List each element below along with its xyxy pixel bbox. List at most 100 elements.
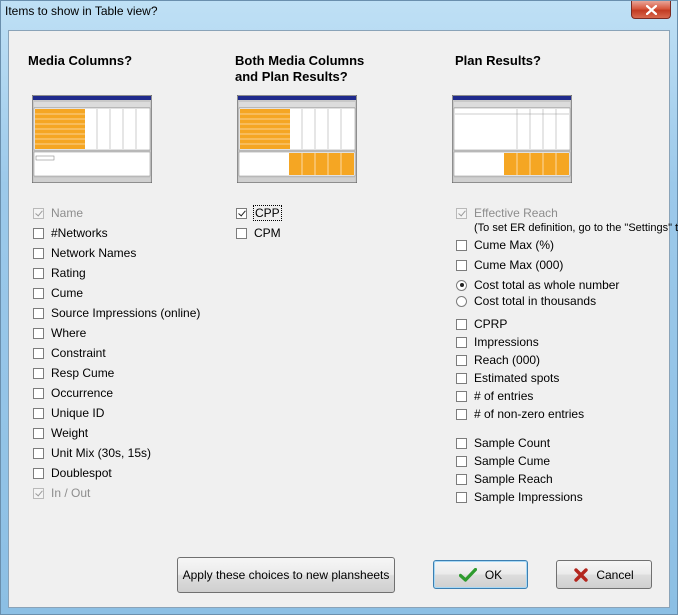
- checkbox-label: Cume Max (%): [474, 238, 555, 252]
- checkbox-box[interactable]: [33, 387, 44, 399]
- checkbox-doublespot[interactable]: Doublespot: [33, 465, 112, 481]
- checkbox-label: Occurrence: [51, 386, 114, 400]
- checkbox-box[interactable]: [456, 455, 467, 467]
- checkbox-box[interactable]: [456, 259, 467, 271]
- checkbox-box[interactable]: [236, 207, 247, 219]
- checkbox-name[interactable]: Name: [33, 205, 83, 221]
- checkbox-label: Reach (000): [474, 353, 541, 367]
- checkbox-source-impressions-online[interactable]: Source Impressions (online): [33, 305, 200, 321]
- checkbox-sample-reach[interactable]: Sample Reach: [456, 471, 553, 487]
- er-definition-note: (To set ER definition, go to the "Settin…: [474, 222, 678, 234]
- checkbox-weight[interactable]: Weight: [33, 425, 88, 441]
- both-columns-heading: Both Media Columns and Plan Results?: [235, 53, 365, 84]
- checkbox-cpm[interactable]: CPM: [236, 225, 281, 241]
- checkbox-label: In / Out: [51, 486, 91, 500]
- checkbox-label: Doublespot: [51, 466, 112, 480]
- cancel-button[interactable]: Cancel: [556, 560, 652, 589]
- checkbox-effective-reach[interactable]: Effective Reach: [456, 205, 558, 221]
- checkbox-box[interactable]: [456, 473, 467, 485]
- checkbox-label: Impressions: [474, 335, 539, 349]
- checkbox-box[interactable]: [456, 239, 467, 251]
- cancel-button-label: Cancel: [596, 567, 634, 582]
- checkbox-resp-cume[interactable]: Resp Cume: [33, 365, 114, 381]
- checkbox-label: CPM: [254, 226, 281, 240]
- checkbox-box[interactable]: [33, 447, 44, 459]
- checkbox-box[interactable]: [33, 247, 44, 259]
- ok-button[interactable]: OK: [433, 560, 528, 589]
- checkbox-sample-count[interactable]: Sample Count: [456, 435, 550, 451]
- apply-to-new-plansheets-button[interactable]: Apply these choices to new plansheets: [177, 557, 395, 593]
- checkbox-label: Constraint: [51, 346, 106, 360]
- checkbox-box[interactable]: [456, 437, 467, 449]
- checkbox-box[interactable]: [33, 267, 44, 279]
- checkbox-box[interactable]: [456, 318, 467, 330]
- checkbox-box[interactable]: [456, 491, 467, 503]
- checkbox-box[interactable]: [33, 287, 44, 299]
- checkbox-label: Rating: [51, 266, 86, 280]
- radio-button[interactable]: [456, 295, 467, 307]
- checkbox-label: Unique ID: [51, 406, 105, 420]
- checkbox-label: Sample Reach: [474, 472, 553, 486]
- checkbox-box[interactable]: [456, 336, 467, 348]
- checkbox-box[interactable]: [33, 347, 44, 359]
- checkbox-label: Cume Max (000): [474, 258, 564, 272]
- checkbox-label: Name: [51, 206, 84, 220]
- radio-cost-total-as-whole-number[interactable]: Cost total as whole number: [456, 277, 619, 293]
- checkbox-box[interactable]: [33, 207, 44, 219]
- checkbox-unique-id[interactable]: Unique ID: [33, 405, 104, 421]
- checkbox-in-out[interactable]: In / Out: [33, 485, 90, 501]
- dialog-body: Media Columns? Both Media Columns and Pl…: [8, 30, 678, 608]
- checkbox-box[interactable]: [33, 307, 44, 319]
- plan-results-heading: Plan Results?: [455, 53, 541, 68]
- checkbox-impressions[interactable]: Impressions: [456, 334, 539, 350]
- checkbox-label: Effective Reach: [474, 206, 558, 220]
- checkbox-estimated-spots[interactable]: Estimated spots: [456, 370, 559, 386]
- media-columns-preview: [32, 95, 152, 183]
- close-button[interactable]: [631, 1, 671, 19]
- checkbox-sample-impressions[interactable]: Sample Impressions: [456, 489, 583, 505]
- checkbox-constraint[interactable]: Constraint: [33, 345, 106, 361]
- checkbox-box[interactable]: [33, 467, 44, 479]
- checkbox-occurrence[interactable]: Occurrence: [33, 385, 113, 401]
- checkbox-box[interactable]: [33, 427, 44, 439]
- checkbox-box[interactable]: [33, 327, 44, 339]
- checkbox-reach-000[interactable]: Reach (000): [456, 352, 540, 368]
- ok-button-label: OK: [484, 567, 503, 582]
- checkbox-box[interactable]: [456, 207, 467, 219]
- checkbox-label: Cume: [51, 286, 84, 300]
- checkbox-rating[interactable]: Rating: [33, 265, 86, 281]
- checkbox-box[interactable]: [33, 487, 44, 499]
- checkbox-unit-mix-30s-15s[interactable]: Unit Mix (30s, 15s): [33, 445, 151, 461]
- checkbox-box[interactable]: [456, 408, 467, 420]
- checkbox-label: CPP: [253, 205, 282, 221]
- checkbox-cprp[interactable]: CPRP: [456, 316, 507, 332]
- checkbox-box[interactable]: [456, 390, 467, 402]
- x-cross-icon: [574, 567, 589, 582]
- checkbox-box[interactable]: [456, 354, 467, 366]
- checkmark-icon: [458, 567, 477, 582]
- radio-button[interactable]: [456, 279, 467, 291]
- checkbox-cpp[interactable]: CPP: [236, 205, 282, 221]
- checkbox-label: Unit Mix (30s, 15s): [51, 446, 152, 460]
- checkbox-label: Where: [51, 326, 87, 340]
- checkbox-label: # of non-zero entries: [474, 407, 585, 421]
- close-icon: [645, 4, 657, 15]
- checkbox-label: Network Names: [51, 246, 137, 260]
- checkbox-box[interactable]: [33, 367, 44, 379]
- checkbox-box[interactable]: [33, 227, 44, 239]
- checkbox-box[interactable]: [33, 407, 44, 419]
- checkbox-where[interactable]: Where: [33, 325, 86, 341]
- checkbox-of-entries[interactable]: # of entries: [456, 388, 533, 404]
- checkbox-sample-cume[interactable]: Sample Cume: [456, 453, 550, 469]
- radio-cost-total-in-thousands[interactable]: Cost total in thousands: [456, 293, 596, 309]
- checkbox-of-non-zero-entries[interactable]: # of non-zero entries: [456, 406, 584, 422]
- checkbox-cume[interactable]: Cume: [33, 285, 83, 301]
- checkbox-cume-max[interactable]: Cume Max (%): [456, 237, 554, 253]
- checkbox-label: Weight: [51, 426, 89, 440]
- checkbox-box[interactable]: [456, 372, 467, 384]
- checkbox-networks[interactable]: #Networks: [33, 225, 108, 241]
- checkbox-box[interactable]: [236, 227, 247, 239]
- checkbox-cume-max-000[interactable]: Cume Max (000): [456, 257, 563, 273]
- radio-label: Cost total in thousands: [474, 294, 597, 308]
- checkbox-network-names[interactable]: Network Names: [33, 245, 136, 261]
